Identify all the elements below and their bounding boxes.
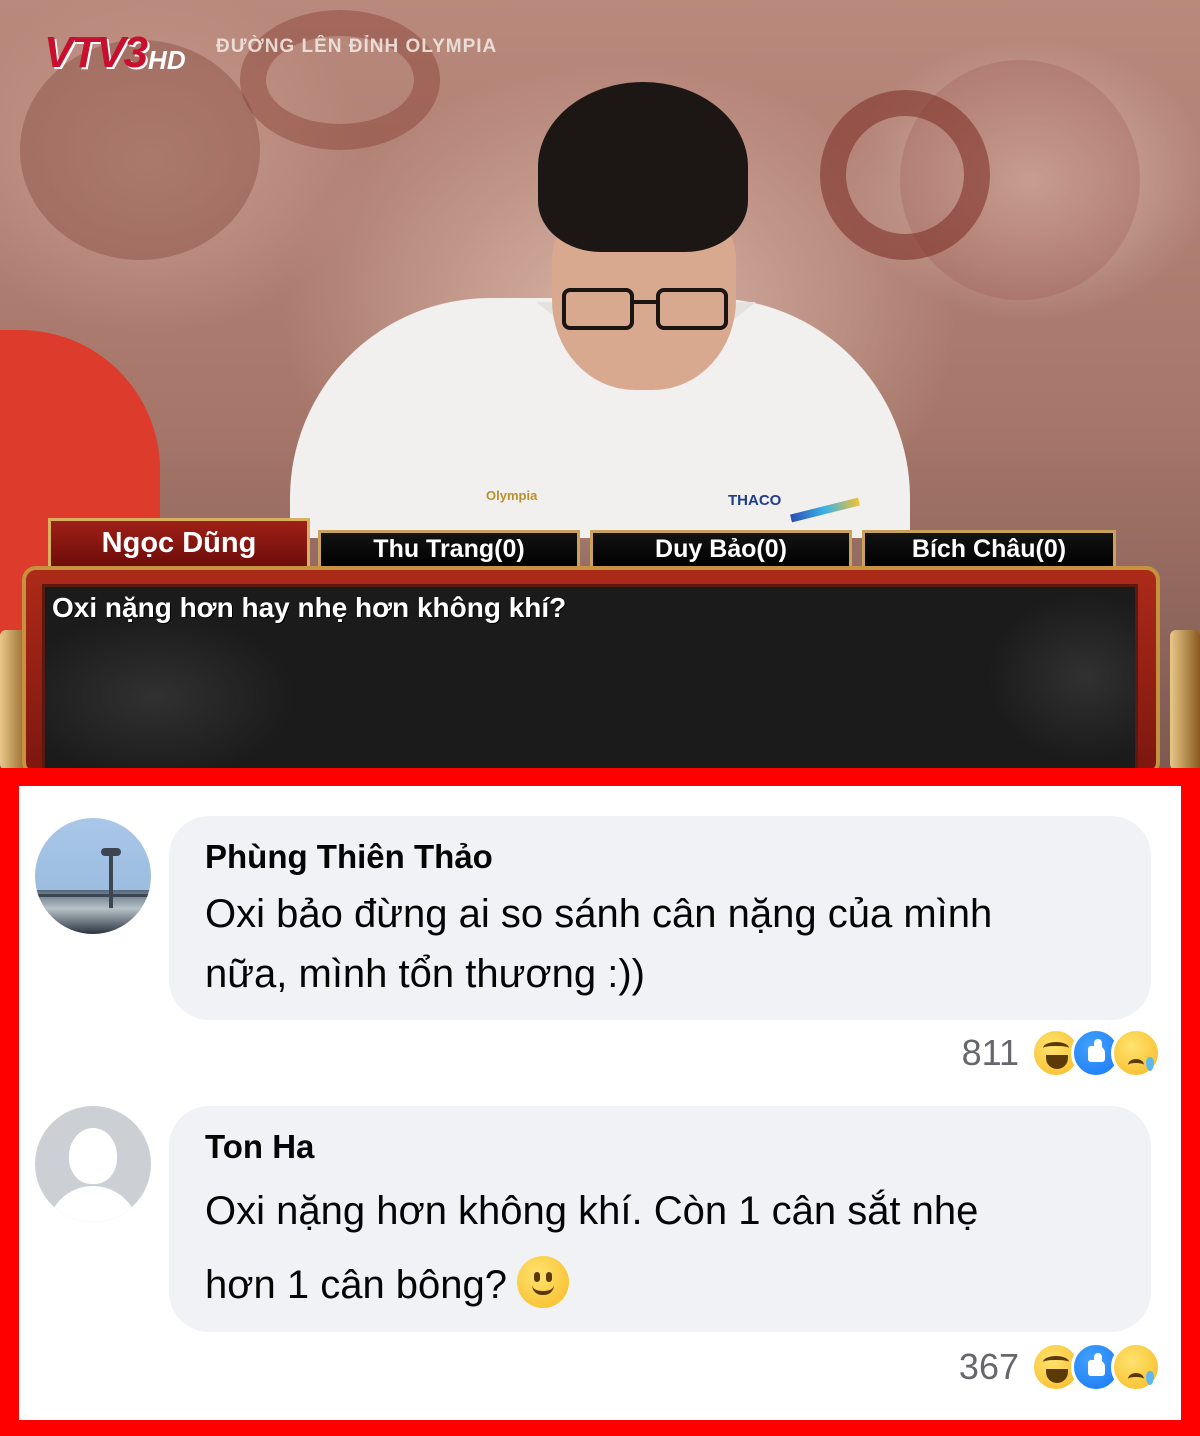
reaction-count: 367 [958, 1346, 1019, 1387]
comment-text-line-wrap: hơn 1 cân bông? [205, 1248, 1115, 1322]
contestant-figure: Olympia THACO [290, 70, 910, 538]
avatar-photo-detail [109, 852, 113, 908]
sad-icon [1111, 1028, 1161, 1078]
comment-bubble: Phùng Thiên Thảo Oxi bảo đừng ai so sánh… [169, 816, 1151, 1020]
hd-label: HD [148, 45, 186, 75]
channel-logo: VTV3 HD [44, 28, 186, 78]
comment-author[interactable]: Phùng Thiên Thảo [205, 838, 1115, 876]
glasses [562, 288, 728, 332]
comment-author[interactable]: Ton Ha [205, 1128, 1115, 1166]
avatar-photo-detail [101, 848, 121, 856]
default-avatar[interactable] [35, 1106, 151, 1222]
glasses-lens [656, 288, 728, 330]
comment: Ton Ha Oxi nặng hơn không khí. Còn 1 cân… [19, 1106, 1181, 1406]
contestant-hair [538, 82, 748, 252]
avatar-photo-detail [35, 894, 151, 897]
contestant-tab-active: Ngọc Dũng [48, 518, 310, 566]
comments-panel: Phùng Thiên Thảo Oxi bảo đừng ai so sánh… [19, 786, 1181, 1420]
olympia-shirt-logo: Olympia [486, 488, 538, 503]
contestant-tab: Thu Trang(0) [318, 530, 580, 566]
contestant-tab: Bích Châu(0) [862, 530, 1116, 566]
comment-text-line: nữa, mình tổn thương :)) [205, 952, 645, 996]
tv-screenshot: VTV3 HD ĐƯỜNG LÊN ĐỈNH OLYMPIA Olympia T… [0, 0, 1200, 768]
comment: Phùng Thiên Thảo Oxi bảo đừng ai so sánh… [19, 816, 1181, 1096]
comment-text-line: Oxi bảo đừng ai so sánh cân nặng của mìn… [205, 892, 993, 936]
avatar[interactable] [35, 818, 151, 934]
avatar-silhouette [47, 1186, 139, 1222]
contestant-tabs: Ngọc Dũng Thu Trang(0) Duy Bảo(0) Bích C… [48, 518, 1128, 568]
glasses-bridge [634, 300, 656, 304]
comment-bubble: Ton Ha Oxi nặng hơn không khí. Còn 1 cân… [169, 1106, 1151, 1332]
contestant-tab: Duy Bảo(0) [590, 530, 852, 566]
comment-text: Oxi nặng hơn không khí. Còn 1 cân sắt nh… [205, 1174, 1115, 1322]
stage-pillar [1170, 630, 1200, 768]
comment-text: Oxi bảo đừng ai so sánh cân nặng của mìn… [205, 884, 1115, 1004]
comment-text-line: Oxi nặng hơn không khí. Còn 1 cân sắt nh… [205, 1189, 979, 1233]
slightly-smiling-face-icon [517, 1256, 570, 1308]
reaction-summary[interactable]: 367 [959, 1342, 1161, 1392]
comment-text-line: hơn 1 cân bông? [205, 1263, 508, 1307]
program-title: ĐƯỜNG LÊN ĐỈNH OLYMPIA [216, 36, 498, 57]
channel-logo-text: VTV3 [44, 28, 148, 77]
sad-icon [1111, 1342, 1161, 1392]
thaco-shirt-logo: THACO [728, 492, 782, 509]
glasses-lens [562, 288, 634, 330]
reaction-summary[interactable]: 811 [962, 1028, 1161, 1078]
reaction-count: 811 [961, 1032, 1019, 1073]
question-text: Oxi nặng hơn hay nhẹ hơn không khí? [52, 592, 567, 623]
avatar-silhouette [69, 1128, 117, 1184]
